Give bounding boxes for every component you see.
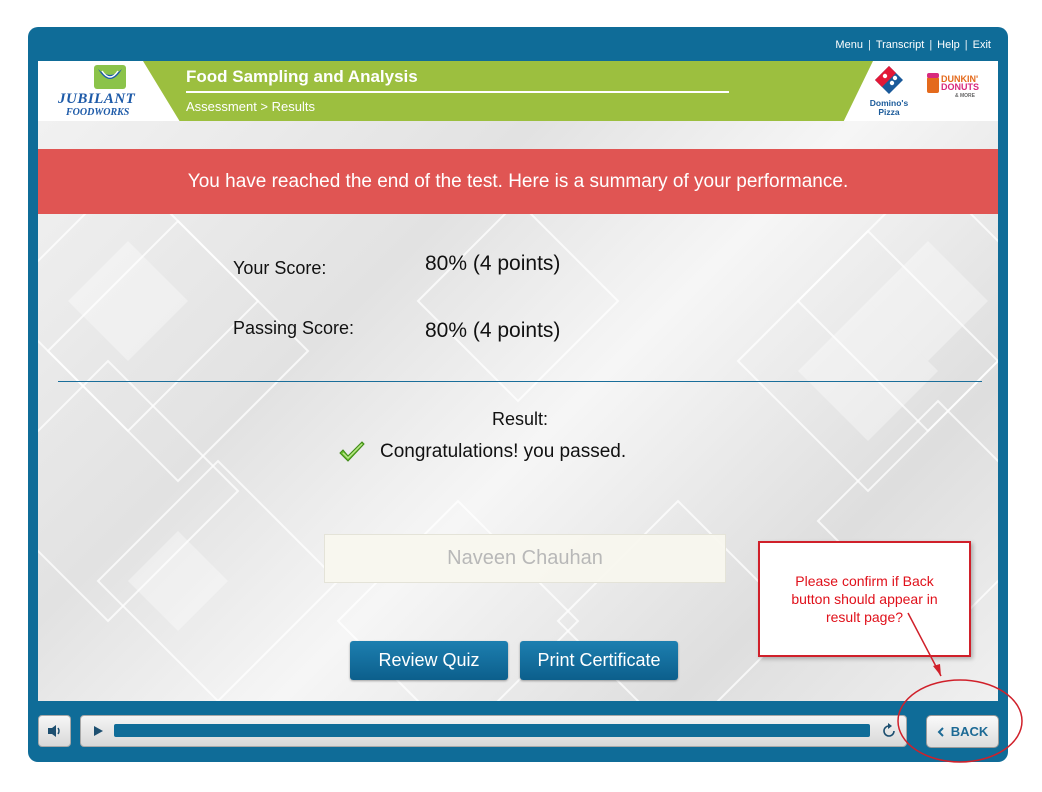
audio-icon: [47, 725, 60, 737]
dominos-logo: Domino's Pizza: [861, 65, 917, 119]
result-text: Congratulations! you passed.: [380, 441, 627, 462]
passing-score-value: 80% (4 points): [425, 319, 561, 342]
print-certificate-button[interactable]: Print Certificate: [520, 641, 678, 680]
course-header: JUBILANT FOODWORKS Food Sampling and Ana…: [38, 61, 998, 121]
course-title: Food Sampling and Analysis: [186, 67, 418, 86]
nav-separator: |: [964, 39, 968, 51]
breadcrumb: Assessment > Results: [186, 99, 315, 114]
help-link[interactable]: Help: [937, 39, 960, 51]
playback-bar: BACK: [28, 711, 1008, 762]
back-button[interactable]: BACK: [926, 715, 999, 748]
slide-stage: JUBILANT FOODWORKS Food Sampling and Ana…: [38, 61, 998, 701]
learner-name-field: Naveen Chauhan: [324, 534, 726, 583]
checkmark-icon: [339, 441, 365, 462]
callout-text: Please confirm if Back button should app…: [791, 573, 938, 625]
logo-text: JUBILANT: [58, 91, 136, 107]
logo-subtext: FOODWORKS: [66, 107, 130, 118]
your-score-value: 80% (4 points): [425, 252, 561, 275]
result-label: Result:: [491, 409, 549, 429]
progress-track[interactable]: [114, 724, 870, 737]
dominos-logo-icon: [875, 66, 903, 94]
replay-icon[interactable]: [881, 723, 897, 739]
chevron-left-icon: [937, 726, 944, 737]
exit-link[interactable]: Exit: [973, 39, 991, 51]
dunkin-logo-icon: [927, 73, 939, 93]
dunkin-text: DONUTS: [941, 82, 979, 92]
progress-bar: [80, 715, 907, 747]
jubilant-logo: JUBILANT FOODWORKS: [56, 63, 156, 119]
player-frame: Menu | Transcript | Help | Exit JUBILANT…: [28, 27, 1008, 762]
result-row: Congratulations! you passed.: [338, 441, 626, 463]
jubilant-logo-icon: [94, 65, 126, 89]
nav-separator: |: [929, 39, 933, 51]
your-score-label: Your Score:: [233, 258, 327, 278]
dunkin-logo: DUNKIN' DONUTS & MORE: [925, 73, 991, 103]
menu-link[interactable]: Menu: [835, 39, 863, 51]
nav-separator: |: [867, 39, 871, 51]
dominos-text: Domino's Pizza: [869, 98, 909, 117]
review-quiz-button[interactable]: Review Quiz: [350, 641, 508, 680]
back-label: BACK: [950, 724, 989, 739]
section-divider: [58, 381, 982, 382]
title-underline: [186, 91, 729, 93]
top-nav: Menu | Transcript | Help | Exit: [835, 39, 991, 51]
passing-score-label: Passing Score:: [233, 318, 355, 338]
summary-banner: You have reached the end of the test. He…: [38, 149, 998, 214]
dunkin-more-text: & MORE: [955, 93, 975, 99]
transcript-link[interactable]: Transcript: [876, 39, 925, 51]
play-icon[interactable]: [92, 725, 104, 737]
review-callout: Please confirm if Back button should app…: [758, 541, 971, 657]
audio-button[interactable]: [38, 715, 71, 747]
